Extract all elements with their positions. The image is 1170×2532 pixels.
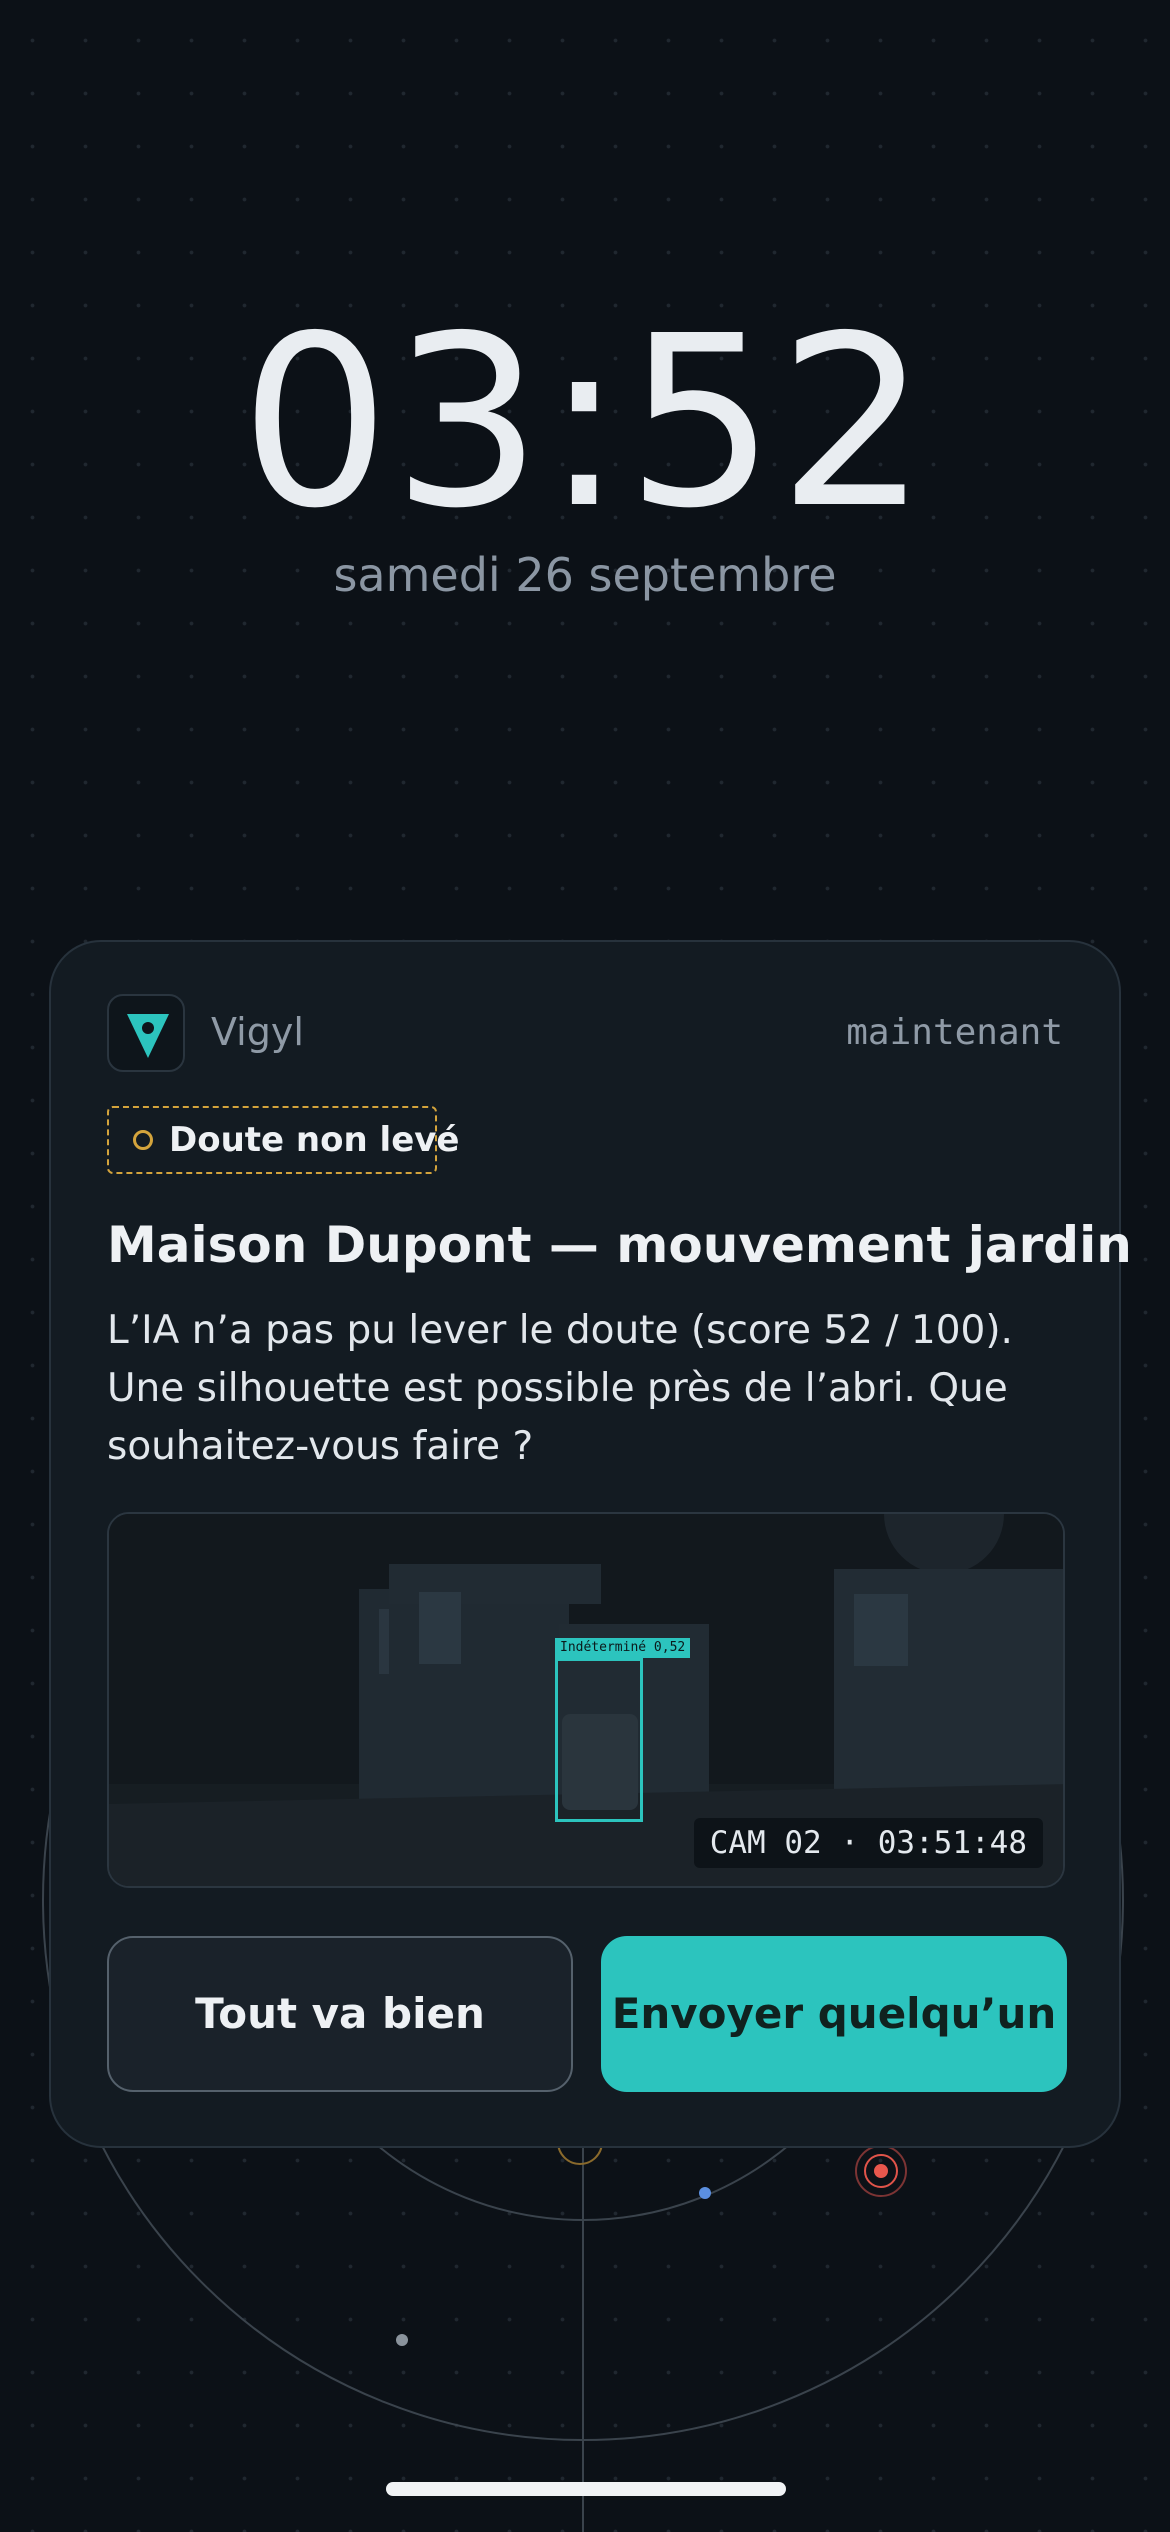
status-circle-icon	[133, 1130, 153, 1150]
detection-box	[555, 1658, 643, 1822]
detection-label: Indéterminé 0,52	[555, 1638, 691, 1658]
camera-timestamp-label: CAM 02 · 03:51:48	[693, 1818, 1043, 1868]
radar-alert-blip	[874, 2164, 888, 2178]
status-badge-label: Doute non levé	[169, 1120, 460, 1160]
notification-title: Maison Dupont — mouvement jardin	[107, 1216, 1132, 1274]
radar-blip-grey	[396, 2334, 408, 2346]
status-badge: Doute non levé	[107, 1106, 459, 1174]
notification-card[interactable]: Vigyl maintenant Doute non levé Maison D…	[49, 940, 1132, 2148]
vigyl-pin-icon	[127, 1014, 169, 1058]
lockscreen-date: samedi 26 septembre	[333, 548, 837, 602]
home-indicator[interactable]	[386, 2482, 786, 2496]
notification-body: L’IA n’a pas pu lever le doute (score 52…	[107, 1308, 1013, 1469]
send-someone-button[interactable]: Envoyer quelqu’un	[601, 1936, 1067, 2092]
radar-blip-blue	[699, 2187, 711, 2199]
vigyl-app-icon	[107, 994, 185, 1072]
app-name: Vigyl	[211, 1010, 304, 1054]
all-good-button[interactable]: Tout va bien	[107, 1936, 573, 2092]
notification-time: maintenant	[846, 1012, 1063, 1053]
lockscreen-clock: 03:52	[239, 285, 931, 560]
camera-snapshot[interactable]: Indéterminé 0,52 CAM 02 · 03:51:48	[107, 1512, 1065, 1888]
